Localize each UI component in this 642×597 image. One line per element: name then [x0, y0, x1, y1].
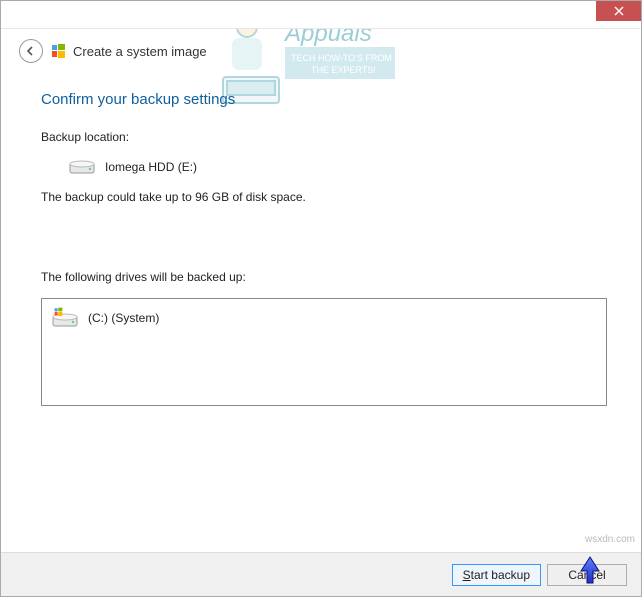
cancel-label: Cancel: [568, 568, 605, 582]
titlebar: [1, 1, 641, 29]
drives-list-label: The following drives will be backed up:: [41, 270, 607, 284]
cancel-button[interactable]: Cancel: [547, 564, 627, 586]
backup-location-row: Iomega HDD (E:): [41, 158, 607, 176]
close-button[interactable]: [596, 1, 641, 21]
back-arrow-icon: [25, 45, 37, 57]
close-icon: [614, 6, 624, 16]
start-backup-label: Start backup: [463, 568, 530, 582]
backup-location-label: Backup location:: [41, 130, 607, 144]
dialog-window: Appuals TECH HOW-TO'S FROM THE EXPERTS! …: [0, 0, 642, 597]
system-drive-icon: [52, 307, 78, 329]
header: Create a system image: [1, 29, 641, 73]
backup-location-value: Iomega HDD (E:): [105, 160, 197, 174]
header-title-row: Create a system image: [51, 43, 207, 59]
hdd-icon: [69, 158, 95, 176]
section-heading: Confirm your backup settings: [41, 91, 607, 108]
content-area: Confirm your backup settings Backup loca…: [1, 73, 641, 552]
footer: Start backup Cancel: [1, 552, 641, 596]
drive-item-label: (C:) (System): [88, 311, 159, 325]
space-note: The backup could take up to 96 GB of dis…: [41, 190, 607, 204]
start-backup-button[interactable]: Start backup: [452, 564, 541, 586]
list-item[interactable]: (C:) (System): [52, 307, 596, 329]
header-title: Create a system image: [73, 44, 207, 59]
system-flag-icon: [51, 43, 67, 59]
back-button[interactable]: [19, 39, 43, 63]
drives-listbox[interactable]: (C:) (System): [41, 298, 607, 406]
